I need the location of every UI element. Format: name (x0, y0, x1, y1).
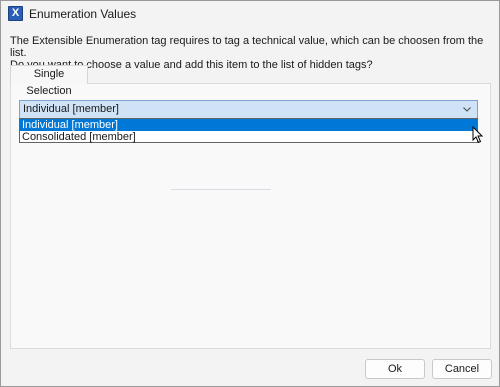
dropdown-option-consolidated[interactable]: Consolidated [member] (20, 131, 477, 143)
decorative-line (171, 189, 271, 190)
enumeration-value-select[interactable]: Individual [member] (19, 100, 478, 119)
message-line-1: The Extensible Enumeration tag requires … (10, 35, 484, 59)
dropdown-list: Individual [member] Consolidated [member… (19, 118, 478, 143)
chevron-down-icon[interactable] (462, 103, 472, 115)
tab-single-selection[interactable]: Single Selection (10, 65, 88, 97)
app-icon: X (8, 6, 23, 21)
window-title: Enumeration Values (29, 7, 137, 21)
dialog-window: X Enumeration Values The Extensible Enum… (0, 0, 500, 387)
ok-button[interactable]: Ok (365, 359, 425, 379)
title-bar[interactable]: X Enumeration Values (1, 1, 499, 27)
cancel-button[interactable]: Cancel (432, 359, 492, 379)
dropdown-option-individual[interactable]: Individual [member] (20, 119, 477, 131)
mouse-cursor-icon (472, 126, 484, 144)
combo-selected-value: Individual [member] (23, 103, 119, 115)
